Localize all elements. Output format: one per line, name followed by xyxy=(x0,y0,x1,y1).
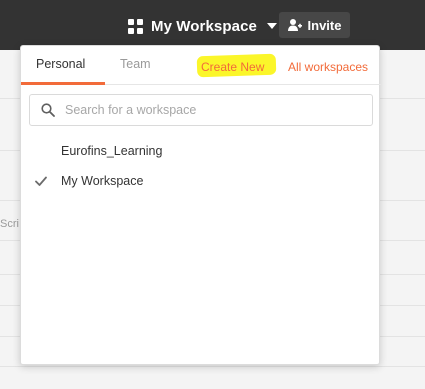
workspace-search[interactable] xyxy=(29,94,373,126)
tab-team[interactable]: Team xyxy=(120,57,151,71)
workspace-name: My Workspace xyxy=(151,17,257,35)
workspace-tabs: Personal Team Create New All workspaces xyxy=(21,46,381,85)
search-icon xyxy=(41,103,55,117)
checkmark-icon xyxy=(35,176,47,186)
workspace-item-label: Eurofins_Learning xyxy=(61,144,163,158)
workspace-item[interactable]: My Workspace xyxy=(21,168,379,194)
caret-down-icon xyxy=(266,23,277,29)
workspace-dropdown: Personal Team Create New All workspaces … xyxy=(20,45,381,365)
invite-label: Invite xyxy=(307,17,342,33)
create-new-link[interactable]: Create New xyxy=(201,60,264,74)
workspace-switcher[interactable]: My Workspace xyxy=(128,14,277,38)
invite-button[interactable]: Invite xyxy=(279,12,350,38)
tab-personal[interactable]: Personal xyxy=(36,57,85,71)
add-user-icon xyxy=(287,19,302,31)
bg-text-fragment: Scri xyxy=(0,218,19,230)
workspace-item-label: My Workspace xyxy=(61,174,144,188)
top-header-bar: My Workspace Invite xyxy=(0,0,425,50)
workspace-item[interactable]: Eurofins_Learning xyxy=(21,138,379,164)
active-tab-indicator xyxy=(21,82,105,85)
grid-icon xyxy=(128,18,143,34)
bg-divider xyxy=(0,366,425,367)
all-workspaces-link[interactable]: All workspaces xyxy=(288,60,368,74)
search-input[interactable] xyxy=(65,103,355,117)
